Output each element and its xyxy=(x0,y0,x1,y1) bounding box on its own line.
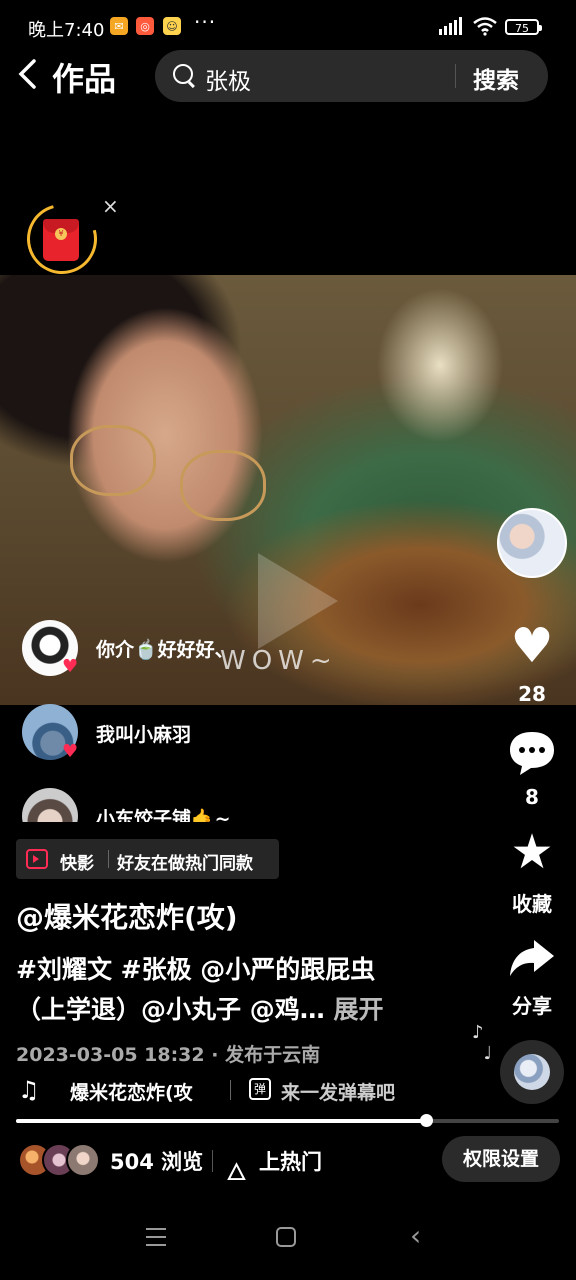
kuaiying-icon xyxy=(26,849,48,869)
status-bar: 晚上7:40 ✉ ◎ ☺ ··· 75 xyxy=(0,0,576,56)
music-note-icon: ♫ xyxy=(18,1076,40,1104)
home-button[interactable] xyxy=(276,1227,296,1247)
heart-icon: ♥ xyxy=(62,656,79,677)
chevron-left-icon xyxy=(18,59,36,89)
search-button[interactable]: 搜索 xyxy=(473,61,519,95)
share-label: 分享 xyxy=(512,994,552,1018)
danmaku-comment: 我叫小麻羽 xyxy=(96,724,192,746)
post-description-line2[interactable]: （上学退）@小丸子 @鸡… 展开 xyxy=(16,990,383,1026)
author-name[interactable]: @爆米花恋炸(攻) xyxy=(16,896,238,936)
danmaku-input-prompt[interactable]: 来一发弹幕吧 xyxy=(281,1078,395,1105)
kuaiying-divider xyxy=(108,850,109,868)
music-divider xyxy=(230,1080,231,1100)
coin-icon: ¥ xyxy=(55,228,67,240)
commenter-avatar[interactable] xyxy=(22,788,78,822)
battery-icon: 75 xyxy=(505,19,542,35)
share-button[interactable] xyxy=(502,934,562,986)
search-bar[interactable]: 张极 搜索 xyxy=(155,50,548,102)
recent-apps-button[interactable] xyxy=(146,1228,166,1252)
back-button[interactable] xyxy=(16,58,46,94)
viewer-avatars[interactable] xyxy=(18,1143,100,1177)
favorite-label: 收藏 xyxy=(512,892,552,916)
progress-fill xyxy=(16,1119,426,1123)
shop-app-icon: ◎ xyxy=(136,17,154,35)
post-meta: 2023-03-05 18:32 · 发布于云南 xyxy=(16,1044,321,1066)
danmaku-clip: 小东饺子铺🤙~ xyxy=(0,788,480,822)
star-icon: ★ xyxy=(510,824,554,880)
promote-button[interactable]: 上热门 xyxy=(259,1146,322,1176)
red-packet-icon[interactable]: ¥ xyxy=(43,219,79,261)
search-icon xyxy=(173,64,193,84)
share-icon xyxy=(510,940,554,976)
view-count: 504 浏览 xyxy=(110,1150,204,1174)
danmaku-comment: 小东饺子铺🤙~ xyxy=(96,808,231,822)
status-time: 晚上7:40 xyxy=(28,20,105,41)
danmaku-comment: 你介🍵好好好、 xyxy=(96,639,234,661)
video-frame-detail xyxy=(70,425,156,496)
more-notifications-icon: ··· xyxy=(194,10,217,34)
like-button[interactable]: ♥ xyxy=(502,622,562,670)
kuaiying-hint: 好友在做热门同款 xyxy=(117,854,253,874)
progress-handle[interactable] xyxy=(420,1114,433,1127)
video-frame-detail xyxy=(180,450,266,521)
kuaiying-banner[interactable]: 快影 好友在做热门同款 xyxy=(16,839,279,879)
footer-divider xyxy=(212,1150,213,1172)
danmaku-icon[interactable]: 弹 xyxy=(249,1078,271,1100)
music-notes-icon: ♪ ♩ xyxy=(472,1022,492,1064)
search-divider xyxy=(455,64,456,88)
music-disc[interactable] xyxy=(500,1040,564,1104)
video-player[interactable] xyxy=(0,275,576,705)
play-icon[interactable] xyxy=(258,553,338,649)
red-packet-close-button[interactable]: × xyxy=(102,194,119,218)
heart-icon: ♥ xyxy=(510,618,554,674)
comment-count: 8 xyxy=(525,785,539,809)
wifi-icon xyxy=(473,17,497,36)
page-title: 作品 xyxy=(52,60,117,98)
favorite-button[interactable]: ★ xyxy=(502,828,562,876)
signal-icon xyxy=(439,17,462,35)
flame-icon[interactable]: 🜂 xyxy=(226,1144,247,1194)
search-input[interactable]: 张极 xyxy=(205,62,251,96)
music-title[interactable]: 爆米花恋炸(攻 xyxy=(70,1078,193,1105)
message-app-icon: ✉ xyxy=(110,17,128,35)
expand-button[interactable]: 展开 xyxy=(333,995,383,1024)
comment-icon xyxy=(510,732,554,775)
like-count: 28 xyxy=(518,682,546,706)
video-overlay-text: WOW~ xyxy=(220,646,338,676)
heart-icon: ♥ xyxy=(62,741,79,762)
viewer-avatar xyxy=(66,1143,100,1177)
comment-button[interactable] xyxy=(502,728,562,782)
kuaiying-label: 快影 xyxy=(60,854,94,874)
system-back-button[interactable]: ‹ xyxy=(410,1219,421,1252)
permission-settings-button[interactable]: 权限设置 xyxy=(442,1136,560,1182)
author-avatar[interactable] xyxy=(497,508,567,578)
chat-app-icon: ☺ xyxy=(163,17,181,35)
post-description[interactable]: #刘耀文 #张极 @小严的跟屁虫 xyxy=(16,950,375,986)
